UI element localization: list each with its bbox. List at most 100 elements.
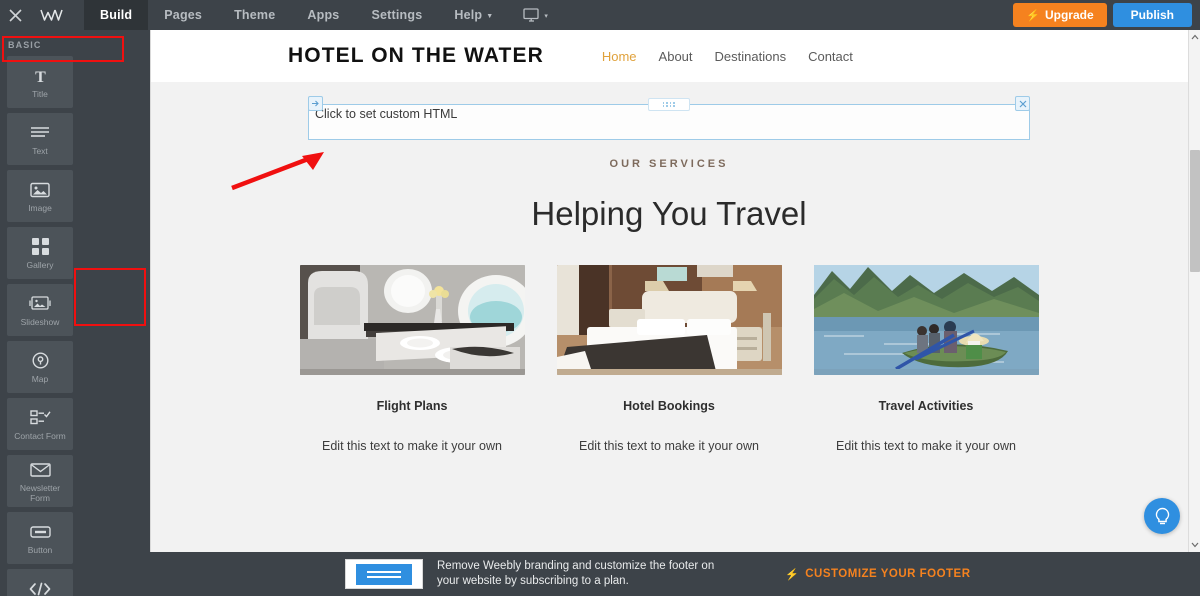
- nav-item-contact[interactable]: Contact: [808, 49, 853, 64]
- customize-footer-link[interactable]: ⚡ CUSTOMIZE YOUR FOOTER: [785, 568, 971, 581]
- custom-html-embed-widget[interactable]: Click to set custom HTML: [308, 96, 1030, 140]
- image-icon: [30, 180, 50, 200]
- device-chevron-down-icon: ▾: [544, 13, 548, 20]
- river-boat-tour-photo[interactable]: [813, 265, 1039, 375]
- tab-theme-label: Theme: [234, 8, 276, 22]
- sidebar-tile-newsletter-form[interactable]: Newsletter Form: [7, 455, 73, 507]
- canvas-left-seam: [150, 30, 151, 552]
- close-x-icon[interactable]: [1015, 96, 1030, 111]
- canvas-scrollbar[interactable]: [1188, 30, 1200, 596]
- nav-item-about[interactable]: About: [659, 49, 693, 64]
- site-canvas: HOTEL ON THE WATER Home About Destinatio…: [150, 30, 1188, 552]
- drag-dots-icon[interactable]: [648, 98, 690, 111]
- scrollbar-thumb[interactable]: [1190, 150, 1200, 272]
- title-icon: T: [32, 66, 49, 86]
- publish-label: Publish: [1130, 8, 1174, 22]
- weebly-logo-icon[interactable]: [30, 0, 74, 30]
- text-lines-icon: [30, 123, 50, 143]
- drag-dots-pattern: [662, 102, 676, 107]
- site-header: HOTEL ON THE WATER Home About Destinatio…: [150, 30, 1188, 82]
- embed-widget-zone: Click to set custom HTML: [150, 82, 1188, 140]
- main-menu: Build Pages Theme Apps Settings Help ▼ ▾: [84, 0, 562, 30]
- device-preview-selector[interactable]: ▾: [509, 0, 562, 30]
- sidebar-tile-gallery[interactable]: Gallery: [7, 227, 73, 279]
- tab-apps-label: Apps: [307, 8, 340, 22]
- upgrade-label: Upgrade: [1044, 8, 1094, 22]
- tab-build[interactable]: Build: [84, 0, 149, 30]
- lightbulb-icon: [1155, 507, 1169, 524]
- tab-help-label: Help: [454, 8, 483, 22]
- service-card-title: Hotel Bookings: [623, 399, 715, 413]
- footer-preview-thumbnail: [345, 559, 423, 589]
- nav-item-home[interactable]: Home: [602, 49, 637, 64]
- sidebar-tile-title-label: Title: [32, 88, 48, 99]
- tab-help[interactable]: Help ▼: [438, 0, 509, 30]
- sidebar-tile-button-label: Button: [27, 544, 53, 555]
- footer-banner-message: Remove Weebly branding and customize the…: [437, 560, 715, 587]
- sidebar-group-basic-tiles: T Title Text Image Gallery Slideshow Map…: [0, 56, 150, 596]
- service-card-flight-plans[interactable]: Flight Plans Edit this text to make it y…: [299, 265, 525, 453]
- publish-button[interactable]: Publish: [1112, 3, 1192, 27]
- close-icon[interactable]: [0, 0, 30, 30]
- sidebar-tile-button[interactable]: Button: [7, 512, 73, 564]
- tab-pages[interactable]: Pages: [148, 0, 218, 30]
- tab-settings-label: Settings: [371, 8, 423, 22]
- sidebar-tile-embed-code[interactable]: Embed Code: [7, 569, 73, 596]
- monitor-icon: [523, 8, 540, 22]
- top-toolbar: Build Pages Theme Apps Settings Help ▼ ▾…: [0, 0, 1200, 30]
- sidebar-tile-map[interactable]: Map: [7, 341, 73, 393]
- upgrade-button[interactable]: ⚡ Upgrade: [1013, 3, 1107, 27]
- slideshow-icon: [28, 294, 52, 314]
- tab-pages-label: Pages: [164, 8, 203, 22]
- bolt-icon: ⚡: [1026, 9, 1040, 22]
- elements-sidebar[interactable]: BASIC T Title Text Image Gallery Slidesh…: [0, 30, 150, 596]
- services-section: OUR SERVICES Helping You Travel Flight P…: [150, 140, 1188, 453]
- service-card-text: Edit this text to make it your own: [579, 439, 759, 453]
- sidebar-tile-slideshow[interactable]: Slideshow: [7, 284, 73, 336]
- service-card-title: Travel Activities: [878, 399, 974, 413]
- svg-text:T: T: [35, 69, 46, 84]
- sidebar-tile-title[interactable]: T Title: [7, 56, 73, 108]
- services-eyebrow: OUR SERVICES: [609, 158, 729, 170]
- tab-settings[interactable]: Settings: [355, 0, 438, 30]
- hotel-bedroom-photo[interactable]: [556, 265, 782, 375]
- site-title: HOTEL ON THE WATER: [288, 44, 544, 67]
- customize-footer-label: CUSTOMIZE YOUR FOOTER: [805, 568, 971, 580]
- service-card-title: Flight Plans: [376, 399, 448, 413]
- contact-form-icon: [29, 408, 51, 428]
- sidebar-tile-image[interactable]: Image: [7, 170, 73, 222]
- sidebar-tile-image-label: Image: [28, 202, 52, 213]
- tab-build-label: Build: [100, 8, 133, 22]
- help-ideas-button[interactable]: [1144, 498, 1180, 534]
- bolt-icon: ⚡: [785, 568, 800, 581]
- chevron-down-icon: ▼: [486, 12, 494, 20]
- service-cards: Flight Plans Edit this text to make it y…: [150, 265, 1188, 453]
- chevron-up-icon[interactable]: [1189, 30, 1200, 44]
- envelope-icon: [29, 460, 51, 480]
- tab-apps[interactable]: Apps: [291, 0, 355, 30]
- move-arrow-icon[interactable]: [308, 96, 323, 111]
- sidebar-tile-contact-form-label: Contact Form: [14, 430, 66, 441]
- sidebar-group-basic-title: BASIC: [8, 40, 42, 50]
- service-card-text: Edit this text to make it your own: [836, 439, 1016, 453]
- sidebar-tile-text[interactable]: Text: [7, 113, 73, 165]
- footer-upgrade-banner: Remove Weebly branding and customize the…: [150, 552, 1200, 596]
- button-icon: [29, 522, 51, 542]
- private-jet-cabin-photo[interactable]: [299, 265, 525, 375]
- services-headline: Helping You Travel: [531, 195, 807, 232]
- topbar-actions: ⚡ Upgrade Publish: [1013, 0, 1200, 30]
- tab-theme[interactable]: Theme: [218, 0, 291, 30]
- chevron-down-icon[interactable]: [1189, 538, 1200, 552]
- service-card-text: Edit this text to make it your own: [322, 439, 502, 453]
- sidebar-tile-newsletter-form-label: Newsletter Form: [19, 482, 61, 503]
- sidebar-tile-gallery-label: Gallery: [26, 259, 54, 270]
- service-card-travel-activities[interactable]: Travel Activities Edit this text to make…: [813, 265, 1039, 453]
- map-pin-icon: [31, 351, 49, 371]
- sidebar-tile-contact-form[interactable]: Contact Form: [7, 398, 73, 450]
- sidebar-tile-map-label: Map: [31, 373, 49, 384]
- service-card-hotel-bookings[interactable]: Hotel Bookings Edit this text to make it…: [556, 265, 782, 453]
- nav-item-destinations[interactable]: Destinations: [715, 49, 787, 64]
- sidebar-tile-text-label: Text: [32, 145, 48, 156]
- code-brackets-icon: [29, 579, 51, 596]
- weebly-site-editor: Build Pages Theme Apps Settings Help ▼ ▾…: [0, 0, 1200, 596]
